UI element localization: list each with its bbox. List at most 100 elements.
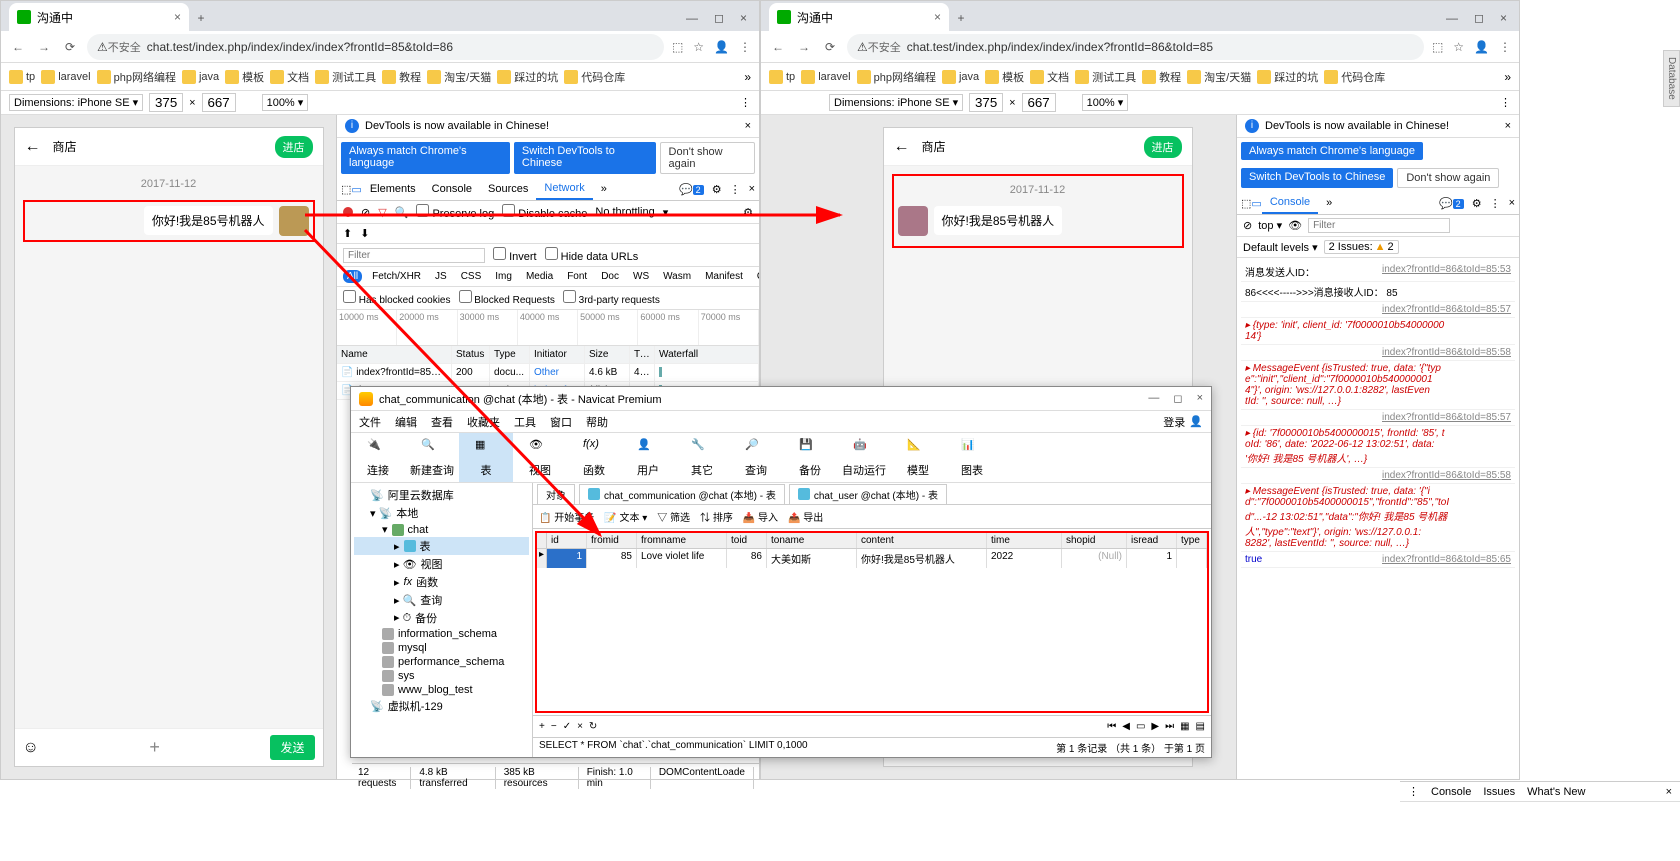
hide-data-urls-checkbox[interactable]: Hide data URLs xyxy=(545,247,639,263)
tree-database[interactable]: mysql xyxy=(354,641,529,655)
menu-icon[interactable]: ⋮ xyxy=(1490,197,1501,210)
device-toggle-icon[interactable]: ▭ xyxy=(1251,197,1261,210)
toolbar-button[interactable]: 📊图表 xyxy=(945,433,999,482)
inspect-icon[interactable]: ⬚ xyxy=(341,183,351,196)
column-header[interactable]: toid xyxy=(727,533,767,548)
login-button[interactable]: 登录 👤 xyxy=(1163,414,1203,430)
bookmarks-overflow-icon[interactable]: » xyxy=(744,70,751,84)
tab-sources[interactable]: Sources xyxy=(480,179,536,199)
console-line[interactable]: index?frontId=86&toId=85:57 xyxy=(1241,302,1515,318)
tree-database[interactable]: information_schema xyxy=(354,627,529,641)
menu-item[interactable]: 文件 xyxy=(359,414,381,430)
match-language-button[interactable]: Always match Chrome's language xyxy=(341,142,510,174)
clear-icon[interactable]: ⊘ xyxy=(1243,219,1252,232)
tab-chat-communication[interactable]: chat_communication @chat (本地) - 表 xyxy=(579,484,785,504)
console-line[interactable]: index?frontId=86&toId=85:58 xyxy=(1241,468,1515,484)
maximize-icon[interactable]: ◻ xyxy=(1173,392,1182,405)
tree-tables[interactable]: ▸ 表 xyxy=(354,537,529,555)
toolbar-button[interactable]: 🔎查询 xyxy=(729,433,783,482)
tab-chat-user[interactable]: chat_user @chat (本地) - 表 xyxy=(789,484,947,504)
device-selector[interactable]: Dimensions: iPhone SE ▾ xyxy=(829,94,963,111)
emoji-icon[interactable]: ☺ xyxy=(23,739,39,757)
tree-database[interactable]: sys xyxy=(354,669,529,683)
menu-item[interactable]: 收藏夹 xyxy=(467,414,500,430)
bookmark-item[interactable]: 代码仓库 xyxy=(564,69,625,85)
column-header[interactable]: Type xyxy=(490,346,530,363)
tree-connection[interactable]: ▾ 📡 本地 xyxy=(354,504,529,522)
commit-icon[interactable]: ✓ xyxy=(563,721,571,732)
toolbar-button[interactable]: 👤用户 xyxy=(621,433,675,482)
console-line[interactable]: trueindex?frontId=86&toId=85:65 xyxy=(1241,552,1515,568)
minimize-icon[interactable]: — xyxy=(1446,11,1458,25)
minimize-icon[interactable]: — xyxy=(686,11,698,25)
form-view-icon[interactable]: ▤ xyxy=(1196,721,1205,732)
console-line[interactable]: 消息发送人ID： index?frontId=86&toId=85:53 xyxy=(1241,262,1515,282)
maximize-icon[interactable]: ◻ xyxy=(714,11,724,25)
grid-view-icon[interactable]: ▦ xyxy=(1180,721,1189,732)
filter-checkbox[interactable]: Blocked Requests xyxy=(459,290,555,306)
bookmark-item[interactable]: tp xyxy=(9,70,35,84)
tab-network[interactable]: Network xyxy=(536,178,592,200)
url-input[interactable]: ⚠ 不安全 chat.test/index.php/index/index/in… xyxy=(847,34,1424,60)
minimize-icon[interactable]: — xyxy=(1148,392,1159,405)
type-tab[interactable]: WS xyxy=(629,270,653,283)
last-icon[interactable]: ⏭ xyxy=(1165,721,1174,732)
console-output[interactable]: 消息发送人ID： index?frontId=86&toId=85:5386<<… xyxy=(1237,258,1519,779)
console-line[interactable]: ▸ {type: 'init', client_id: '7f0000010b5… xyxy=(1241,318,1515,345)
delete-icon[interactable]: − xyxy=(551,721,557,732)
plus-icon[interactable]: + xyxy=(149,737,160,758)
dont-show-button[interactable]: Don't show again xyxy=(660,142,755,174)
send-button[interactable]: 发送 xyxy=(270,735,314,760)
column-header[interactable]: Status xyxy=(452,346,490,363)
close-icon[interactable]: × xyxy=(1666,786,1672,798)
back-icon[interactable]: ← xyxy=(25,138,41,156)
bookmark-item[interactable]: tp xyxy=(769,70,795,84)
bookmark-item[interactable]: 模板 xyxy=(985,69,1024,85)
toolbar-button[interactable]: 🔍新建查询 xyxy=(405,433,459,482)
close-icon[interactable]: × xyxy=(740,11,747,25)
column-header[interactable]: type xyxy=(1177,533,1207,548)
filter-icon[interactable]: ▽ xyxy=(378,206,386,219)
toolbar-button[interactable]: f(x)函数 xyxy=(567,433,621,482)
zoom-selector[interactable]: 100% ▾ xyxy=(1082,94,1129,111)
switch-chinese-button[interactable]: Switch DevTools to Chinese xyxy=(514,142,656,174)
toolbar-button[interactable]: 🤖自动运行 xyxy=(837,433,891,482)
context-selector[interactable]: top ▾ xyxy=(1258,219,1282,232)
menu-item[interactable]: 查看 xyxy=(431,414,453,430)
height-input[interactable] xyxy=(202,93,236,112)
reload-icon[interactable]: ⟳ xyxy=(821,40,839,54)
action-button[interactable]: 📝 文本 ▾ xyxy=(604,509,647,524)
toolbar-button[interactable]: 🔧其它 xyxy=(675,433,729,482)
star-icon[interactable]: ☆ xyxy=(1453,40,1464,54)
console-line[interactable]: index?frontId=86&toId=85:57 xyxy=(1241,410,1515,426)
chevron-down-icon[interactable]: ▾ xyxy=(663,206,669,219)
data-grid-highlighted[interactable]: idfromidfromnametoidtonamecontenttimesho… xyxy=(535,531,1209,713)
bookmark-item[interactable]: java xyxy=(182,70,219,84)
forward-icon[interactable]: → xyxy=(35,40,53,54)
back-icon[interactable]: ← xyxy=(9,40,27,54)
bookmark-item[interactable]: php网络编程 xyxy=(857,69,936,85)
bookmarks-overflow-icon[interactable]: » xyxy=(1504,70,1511,84)
close-icon[interactable]: × xyxy=(1197,392,1203,405)
enter-shop-button[interactable]: 进店 xyxy=(1144,136,1182,158)
console-badge[interactable]: 💬2 xyxy=(679,183,704,196)
tabs-more-icon[interactable]: » xyxy=(593,179,615,199)
close-icon[interactable]: × xyxy=(934,10,941,24)
column-header[interactable]: content xyxy=(857,533,987,548)
column-header[interactable]: Size xyxy=(585,346,630,363)
bookmark-item[interactable]: 淘宝/天猫 xyxy=(1187,69,1251,85)
cell-shopid[interactable]: (Null) xyxy=(1062,549,1127,568)
bookmark-item[interactable]: 模板 xyxy=(225,69,264,85)
action-button[interactable]: ⇅ 排序 xyxy=(700,509,733,524)
width-input[interactable] xyxy=(149,93,183,112)
console-line[interactable]: ▸ MessageEvent {isTrusted: true, data: '… xyxy=(1241,484,1515,552)
first-icon[interactable]: ⏮ xyxy=(1107,721,1116,732)
width-input[interactable] xyxy=(969,93,1003,112)
disable-cache-checkbox[interactable]: Disable cache xyxy=(502,204,587,220)
dont-show-button[interactable]: Don't show again xyxy=(1397,168,1499,188)
tree-functions[interactable]: ▸ fx 函数 xyxy=(354,573,529,591)
back-icon[interactable]: ← xyxy=(769,40,787,54)
database-side-tab[interactable]: Database xyxy=(1663,50,1680,107)
menu-item[interactable]: 帮助 xyxy=(586,414,608,430)
preserve-log-checkbox[interactable]: Preserve log xyxy=(416,204,494,220)
